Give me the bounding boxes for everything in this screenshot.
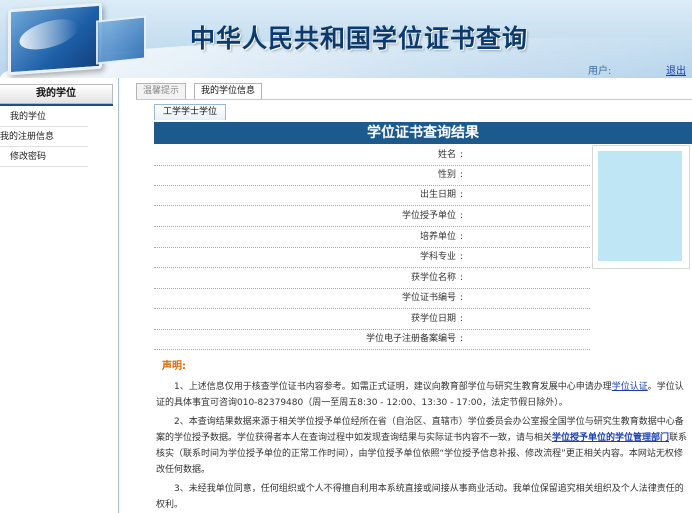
subtab-degree[interactable]: 工学学士学位 — [154, 104, 227, 120]
field-row-degree-date: 获学位日期 : — [154, 309, 590, 330]
sidebar-title: 我的学位 — [0, 84, 113, 104]
field-colon: : — [460, 314, 464, 324]
sidebar-divider — [0, 126, 88, 127]
field-colon: : — [460, 293, 464, 303]
field-label: 姓名 — [437, 150, 456, 160]
tab-my-degree-info[interactable]: 我的学位信息 — [194, 83, 263, 99]
field-colon: : — [460, 334, 464, 344]
photo-frame — [592, 145, 690, 269]
field-label: 学位证书编号 — [401, 293, 456, 303]
field-row-name: 姓名 : — [154, 145, 590, 166]
logout-link[interactable]: 退出 — [666, 62, 686, 77]
sidebar-item-change-password[interactable]: 修改密码 — [10, 149, 100, 166]
declaration-title: 声明: — [162, 361, 186, 372]
field-row-granting-unit: 学位授予单位 : — [154, 206, 590, 227]
field-colon: : — [460, 252, 464, 262]
sidebar-divider — [0, 166, 88, 167]
sidebar-divider — [0, 146, 88, 147]
paragraph-text: 1、上述信息仅用于核查学位证书内容参考。如需正式证明，建议向教育部学位与研究生教… — [156, 379, 688, 411]
degree-certification-link[interactable]: 学位认证 — [612, 382, 648, 392]
field-row-degree-name: 获学位名称 : — [154, 268, 590, 289]
declaration-paragraph-2: 2、本查询结果数据来源于相关学位授予单位经所在省（自治区、直辖市）学位委员会办公… — [156, 414, 688, 478]
monitor-graphic-small — [96, 15, 146, 65]
field-row-birthdate: 出生日期 : — [154, 185, 590, 206]
field-row-training-unit: 培养单位 : — [154, 227, 590, 248]
field-row-gender: 性别 : — [154, 165, 590, 186]
field-label: 培养单位 — [419, 232, 456, 242]
paragraph-text-a: 1、上述信息仅用于核查学位证书内容参考。如需正式证明，建议向教育部学位与研究生教… — [174, 382, 612, 392]
field-label: 学位授予单位 — [401, 211, 456, 221]
site-header: 中华人民共和国学位证书查询 用户: 退出 — [0, 0, 692, 78]
field-label: 获学位名称 — [410, 273, 456, 283]
field-row-certificate-no: 学位证书编号 : — [154, 288, 590, 309]
site-title: 中华人民共和国学位证书查询 — [190, 24, 529, 53]
tab-tips[interactable]: 温馨提示 — [136, 83, 187, 99]
degree-management-department-link[interactable]: 学位授予单位的学位管理部门 — [552, 433, 669, 443]
sidebar-item-my-registration[interactable]: 我的注册信息 — [0, 129, 90, 146]
sidebar-item-my-degree[interactable]: 我的学位 — [10, 109, 100, 126]
field-colon: : — [460, 170, 464, 180]
user-label: 用户: — [588, 66, 612, 77]
sidebar: 我的学位 我的学位 我的注册信息 修改密码 — [0, 78, 119, 513]
field-label: 学位电子注册备案编号 — [365, 334, 456, 344]
field-colon: : — [460, 190, 464, 200]
monitor-graphic — [8, 2, 102, 76]
field-row-major: 学科专业 : — [154, 247, 590, 268]
paragraph-text: 3、未经我单位同意，任何组织或个人不得擅自利用本系统直接或间接从事商业活动。我单… — [156, 484, 684, 510]
field-colon: : — [460, 211, 464, 221]
monitor-glare — [16, 13, 82, 56]
field-colon: : — [460, 232, 464, 242]
result-heading: 学位证书查询结果 — [154, 122, 692, 144]
field-row-registration-no: 学位电子注册备案编号 : — [154, 329, 590, 350]
paragraph-text: 2、本查询结果数据来源于相关学位授予单位经所在省（自治区、直辖市）学位委员会办公… — [156, 414, 688, 478]
field-label: 获学位日期 — [410, 314, 456, 324]
field-label: 学科专业 — [419, 252, 456, 262]
field-colon: : — [460, 273, 464, 283]
field-label: 性别 — [437, 170, 456, 180]
field-label: 出生日期 — [419, 190, 456, 200]
declaration-paragraph-1: 1、上述信息仅用于核查学位证书内容参考。如需正式证明，建议向教育部学位与研究生教… — [156, 379, 688, 411]
field-colon: : — [460, 150, 464, 160]
tab-underline — [136, 99, 692, 100]
photo-placeholder — [598, 151, 682, 261]
declaration-paragraph-3: 3、未经我单位同意，任何组织或个人不得擅自利用本系统直接或间接从事商业活动。我单… — [156, 481, 688, 513]
